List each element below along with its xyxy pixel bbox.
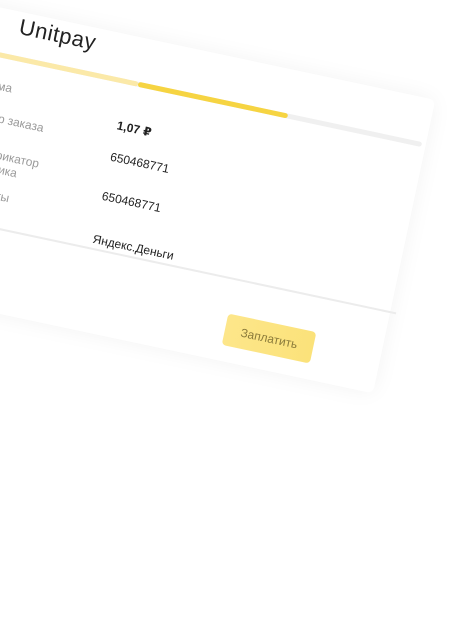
payment-card: Unitpay Сумма 1,07 ₽ Номер заказа 650468…	[0, 0, 423, 488]
page: Unitpay Сумма 1,07 ₽ Номер заказа 650468…	[0, 0, 455, 639]
card-surface	[0, 2, 435, 393]
